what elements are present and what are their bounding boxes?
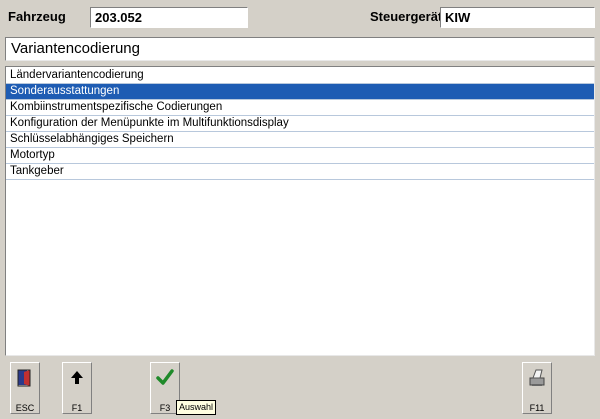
vehicle-label: Fahrzeug bbox=[8, 9, 66, 24]
checkmark-icon bbox=[151, 367, 179, 395]
esc-button[interactable]: ESC bbox=[10, 362, 40, 414]
list-item[interactable]: Ländervariantencodierung bbox=[6, 68, 594, 84]
list-item[interactable]: Motortyp bbox=[6, 148, 594, 164]
printer-icon bbox=[523, 367, 551, 395]
tooltip: Auswahl bbox=[176, 400, 217, 415]
page-title: Variantencodierung bbox=[5, 37, 595, 61]
arrow-up-icon bbox=[63, 367, 91, 395]
list-item[interactable]: Konfiguration der Menüpunkte im Multifun… bbox=[6, 116, 594, 132]
list-item[interactable]: Tankgeber bbox=[6, 164, 594, 180]
list-item[interactable]: Kombiinstrumentspezifische Codierungen bbox=[6, 100, 594, 116]
ecu-field: KIW bbox=[440, 7, 595, 28]
function-key-toolbar: ESC F1 F3 F11 bbox=[0, 358, 600, 419]
header-bar: Fahrzeug 203.052 Steuergerät KIW bbox=[0, 0, 600, 34]
vehicle-field: 203.052 bbox=[90, 7, 248, 28]
f3-label: F3 bbox=[159, 403, 171, 413]
list-item[interactable]: Schlüsselabhängiges Speichern bbox=[6, 132, 594, 148]
variant-list[interactable]: Ländervariantencodierung Sonderausstattu… bbox=[5, 66, 595, 356]
list-item[interactable]: Sonderausstattungen bbox=[6, 84, 594, 100]
f11-button[interactable]: F11 bbox=[522, 362, 552, 414]
f1-button[interactable]: F1 bbox=[62, 362, 92, 414]
ecu-label: Steuergerät bbox=[370, 9, 443, 24]
f11-label: F11 bbox=[529, 403, 545, 413]
exit-door-icon bbox=[11, 367, 39, 395]
esc-label: ESC bbox=[15, 403, 35, 413]
f1-label: F1 bbox=[71, 403, 83, 413]
